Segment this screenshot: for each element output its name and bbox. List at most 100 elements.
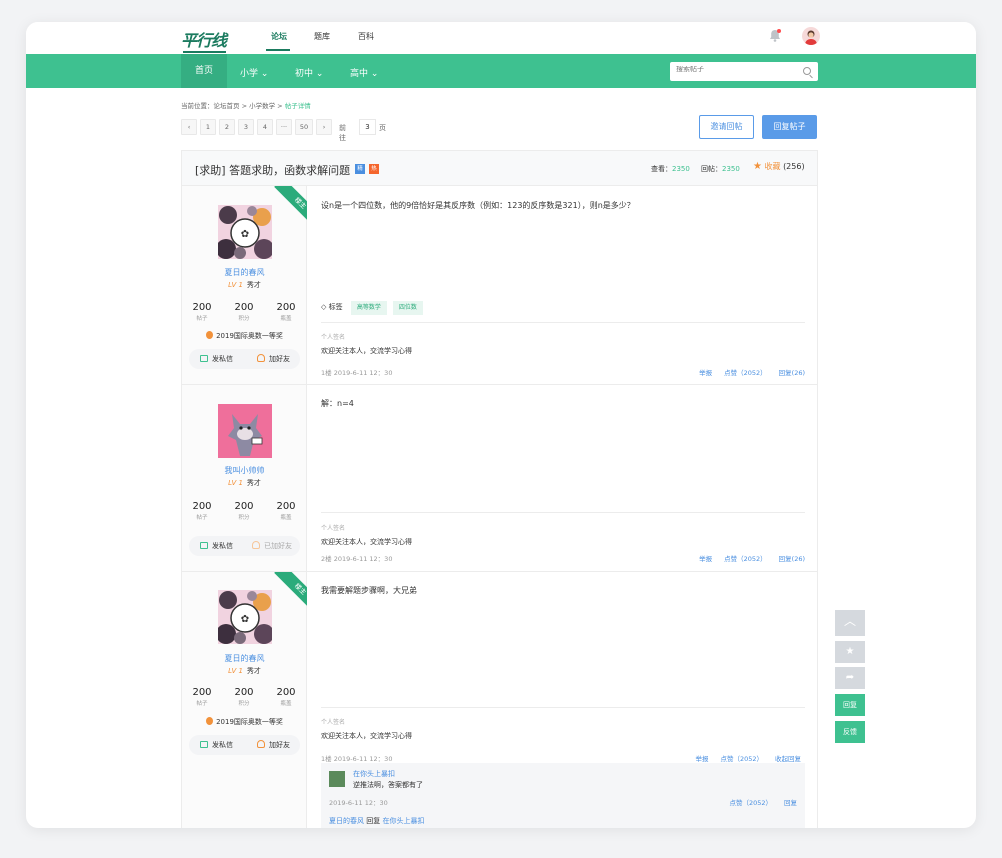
post-meta: 2楼 2019-6-11 12：30 [321,555,393,563]
like-link[interactable]: 点赞（2052） [724,369,767,377]
page-1[interactable]: 1 [200,119,216,135]
nav-active-underline [266,49,290,51]
breadcrumb-forum-home[interactable]: 论坛首页 [214,102,240,110]
tag-item[interactable]: 四位数 [392,301,423,315]
breadcrumb-primary-math[interactable]: 小学数学 [249,102,275,110]
chevron-down-icon: ⌄ [315,69,324,79]
reply-link[interactable]: 回复(26) [779,369,805,377]
reply-like-link[interactable]: 点赞（2052） [729,799,772,807]
like-link[interactable]: 点赞（2052） [720,755,763,763]
tag-icon: ◇ [321,303,327,311]
author-avatar[interactable]: ✿ [218,205,272,259]
page-4[interactable]: 4 [257,119,273,135]
post-actions: 举报 点赞（2052） 收起回复 [683,753,801,763]
bell-icon[interactable] [769,29,781,42]
search-box [670,62,818,81]
signature-label: 个人签名 [321,719,346,726]
breadcrumb: 当前位置：论坛首页 > 小学数学 > 帖子详情 [181,100,311,110]
author-name[interactable]: 夏日的春风 [182,653,307,664]
add-friend-button[interactable]: 加好友 [257,354,290,364]
share-button[interactable]: ➦ [835,667,865,689]
favorite-button[interactable]: ★ 收藏 (256) [753,161,805,172]
stat-posts: 200 帖子 [192,302,212,322]
star-icon: ★ [753,161,762,172]
site-logo[interactable]: 平行线 [181,27,227,53]
friend-added-button[interactable]: 已加好友 [252,541,292,551]
report-link[interactable]: 举报 [695,755,708,763]
report-link[interactable]: 举报 [699,369,712,377]
reply-time: 2019-6-11 12：30 [329,799,388,807]
post-tags: ◇ 标签 高等数学 四位数 [321,301,423,315]
author-name[interactable]: 我叫小帅帅 [182,465,307,476]
stat-posts: 200 帖子 [192,501,212,521]
reply-post-button[interactable]: 回复帖子 [762,115,817,139]
page-2[interactable]: 2 [219,119,235,135]
invite-reply-button[interactable]: 邀请回帖 [699,115,754,139]
post-content: 设n是一个四位数，他的9倍恰好是其反序数（例如：123的反序数是321），则n是… [321,201,635,210]
nested-reply-author[interactable]: 夏日的春风 [329,817,364,825]
reply-avatar[interactable] [329,771,345,787]
page-input[interactable]: 3 [359,119,376,135]
reply-link[interactable]: 回复(26) [779,555,805,563]
nav-question-bank[interactable]: 题库 [314,31,330,42]
feedback-button[interactable]: 反馈 [835,721,865,743]
menu-middle[interactable]: 初中 ⌄ [295,66,323,79]
signature: 欢迎关注本人，交流学习心得 [321,347,412,355]
page-3[interactable]: 3 [238,119,254,135]
star-icon: ★ [845,646,855,657]
back-to-top-button[interactable]: ︿ [835,610,865,636]
user-avatar[interactable] [802,27,820,45]
author-panel: 我叫小帅帅 LV 1 秀才 200 帖子 200 积分 200 瓶盖 发私信 已加好友 [182,385,307,571]
nav-home[interactable]: 首页 [181,54,227,88]
send-message-button[interactable]: 发私信 [200,541,233,551]
chevron-up-icon: ︿ [843,614,856,628]
nested-reply: 夏日的春风 回复 在你头上暴扣 [329,816,424,826]
hot-badge: 热 [369,164,379,174]
featured-badge: 精 [355,164,365,174]
nav-encyclopedia[interactable]: 百科 [358,31,374,42]
search-icon[interactable] [803,67,811,75]
author-level: LV 1 秀才 [228,667,261,675]
breadcrumb-current: 帖子详情 [284,102,311,110]
signature: 欢迎关注本人，交流学习心得 [321,538,412,546]
author-honor: 2019国际奥数一等奖 [182,717,307,727]
op-ribbon: 楼主 [272,186,307,221]
nav-forum[interactable]: 论坛 [271,31,287,42]
user-add-icon [257,354,265,362]
menu-primary[interactable]: 小学 ⌄ [240,66,268,79]
stat-caps: 200 瓶盖 [276,302,296,322]
add-friend-button[interactable]: 加好友 [257,740,290,750]
nested-reply-target[interactable]: 在你头上暴扣 [382,817,424,825]
tag-item[interactable]: 高等数学 [350,301,387,315]
menu-high[interactable]: 高中 ⌄ [350,66,378,79]
reply-author[interactable]: 在你头上暴扣 [353,769,395,779]
post-meta: 1楼 2019-6-11 12：30 [321,369,393,377]
reply-list: 在你头上暴扣 逆推法啊，答案都有了 2019-6-11 12：30 点赞（205… [321,763,805,828]
signature: 欢迎关注本人，交流学习心得 [321,732,412,740]
send-message-button[interactable]: 发私信 [200,740,233,750]
nested-reply-verb: 回复 [366,817,381,825]
reply-reply-link[interactable]: 回复 [784,799,797,807]
author-actions: 发私信 加好友 [189,349,300,369]
post-floor-1: 楼主 ✿ 夏日的春风 LV 1 秀才 200 帖子 200 积分 200 瓶盖 2019… [182,186,817,385]
collapse-replies-link[interactable]: 收起回复 [775,755,801,763]
author-avatar[interactable] [218,404,272,458]
like-link[interactable]: 点赞（2052） [724,555,767,563]
search-input[interactable] [676,66,796,73]
favorite-float-button[interactable]: ★ [835,641,865,663]
float-reply-button[interactable]: 回复 [835,694,865,716]
divider [321,512,805,513]
svg-text:✿: ✿ [241,229,249,240]
author-name[interactable]: 夏日的春风 [182,267,307,278]
signature-label: 个人签名 [321,334,346,341]
goto-label: 前往 [339,124,346,142]
category-bar: 首页 小学 ⌄ 初中 ⌄ 高中 ⌄ [26,54,976,88]
author-avatar[interactable]: ✿ [218,590,272,644]
author-level: LV 1 秀才 [228,479,261,487]
page-50[interactable]: 50 [295,119,313,135]
next-page-button[interactable]: › [316,119,332,135]
prev-page-button[interactable]: ‹ [181,119,197,135]
send-message-button[interactable]: 发私信 [200,354,233,364]
report-link[interactable]: 举报 [699,555,712,563]
divider [321,322,805,323]
